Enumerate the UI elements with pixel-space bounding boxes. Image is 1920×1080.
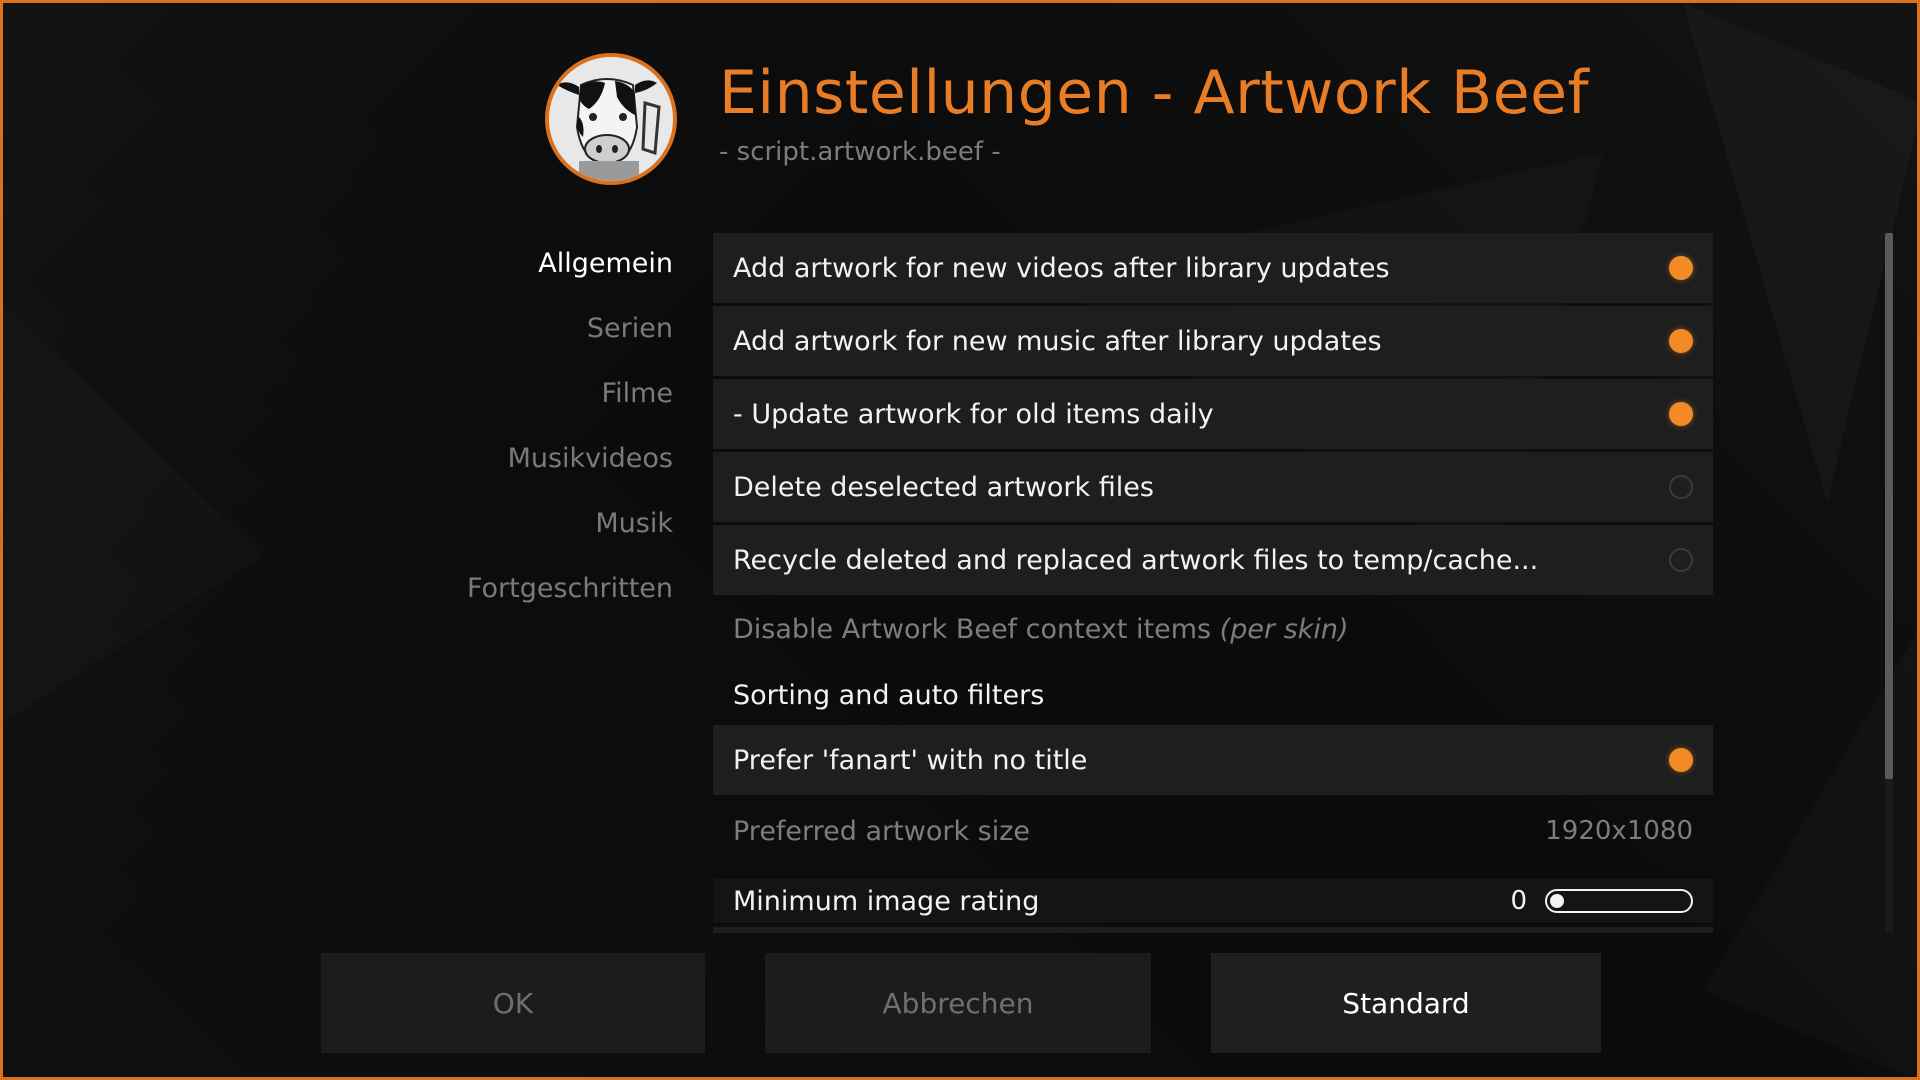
toggle-off-icon[interactable]	[1669, 548, 1693, 572]
ok-button[interactable]: OK	[321, 953, 705, 1053]
toggle-on-icon[interactable]	[1669, 329, 1693, 353]
section-sorting-filters: Sorting and auto filters	[713, 665, 1713, 725]
background-shape	[3, 303, 263, 723]
setting-label: Prefer 'fanart' with no title	[733, 744, 1088, 776]
rating-slider-wrap: 0	[1510, 886, 1693, 916]
setting-disable-context-items[interactable]: Disable Artwork Beef context items (per …	[713, 599, 1713, 659]
slider-value: 0	[1510, 886, 1527, 916]
toggle-on-icon[interactable]	[1669, 748, 1693, 772]
category-musikvideos[interactable]: Musikvideos	[403, 438, 673, 503]
toggle-off-icon[interactable]	[1669, 475, 1693, 499]
setting-label: Disable Artwork Beef context items (per …	[733, 613, 1349, 645]
category-filme[interactable]: Filme	[403, 373, 673, 438]
page-title: Einstellungen - Artwork Beef	[719, 58, 1590, 128]
setting-label: - Update artwork for old items daily	[733, 398, 1214, 430]
category-allgemein[interactable]: Allgemein	[403, 243, 673, 308]
setting-label: Add artwork for new videos after library…	[733, 252, 1390, 284]
setting-delete-deselected[interactable]: Delete deselected artwork files	[713, 452, 1713, 522]
setting-label: Add artwork for new music after library …	[733, 325, 1382, 357]
page-subtitle: - script.artwork.beef -	[719, 137, 1001, 167]
setting-next-partial	[713, 927, 1713, 933]
settings-window: Einstellungen - Artwork Beef - script.ar…	[0, 0, 1920, 1080]
setting-add-artwork-music[interactable]: Add artwork for new music after library …	[713, 306, 1713, 376]
settings-list: Add artwork for new videos after library…	[713, 233, 1713, 933]
setting-preferred-size[interactable]: Preferred artwork size 1920x1080	[713, 801, 1713, 861]
category-list: Allgemein Serien Filme Musikvideos Musik…	[403, 243, 673, 633]
slider-knob[interactable]	[1550, 894, 1564, 908]
toggle-on-icon[interactable]	[1669, 402, 1693, 426]
setting-prefer-fanart[interactable]: Prefer 'fanart' with no title	[713, 725, 1713, 795]
setting-label: Delete deselected artwork files	[733, 471, 1154, 503]
setting-label: Recycle deleted and replaced artwork fil…	[733, 544, 1539, 576]
cancel-button[interactable]: Abbrechen	[765, 953, 1151, 1053]
rating-slider[interactable]	[1545, 889, 1693, 913]
default-button[interactable]: Standard	[1211, 953, 1601, 1053]
setting-add-artwork-videos[interactable]: Add artwork for new videos after library…	[713, 233, 1713, 303]
section-label: Sorting and auto filters	[733, 679, 1045, 711]
setting-update-old-items[interactable]: - Update artwork for old items daily	[713, 379, 1713, 449]
setting-minimum-rating[interactable]: Minimum image rating 0	[713, 879, 1713, 923]
category-serien[interactable]: Serien	[403, 308, 673, 373]
scrollbar-thumb[interactable]	[1885, 233, 1893, 779]
setting-label: Minimum image rating	[733, 885, 1040, 917]
scrollbar[interactable]	[1885, 233, 1893, 933]
setting-value: 1920x1080	[1545, 816, 1693, 846]
category-fortgeschritten[interactable]: Fortgeschritten	[403, 568, 673, 633]
setting-label: Preferred artwork size	[733, 815, 1031, 847]
setting-label-suffix: (per skin)	[1219, 613, 1349, 645]
setting-recycle-files[interactable]: Recycle deleted and replaced artwork fil…	[713, 525, 1713, 595]
toggle-on-icon[interactable]	[1669, 256, 1693, 280]
cow-logo-icon	[545, 53, 677, 185]
category-musik[interactable]: Musik	[403, 503, 673, 568]
